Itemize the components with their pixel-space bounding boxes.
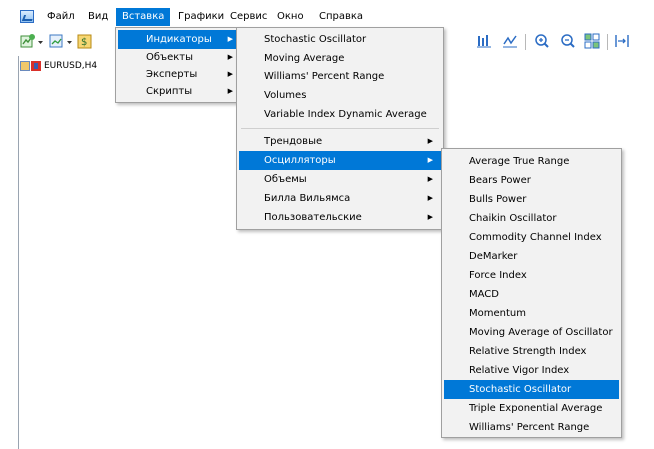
menu-item-osma[interactable]: Moving Average of Oscillator xyxy=(444,323,619,342)
menu-tools[interactable]: Сервис xyxy=(224,8,273,26)
menu-item-label: Moving Average of Oscillator xyxy=(469,327,613,338)
oscillators-menu: Average True Range Bears Power Bulls Pow… xyxy=(441,148,622,438)
submenu-arrow-icon: ▶ xyxy=(227,35,233,43)
menu-help[interactable]: Справка xyxy=(313,8,369,26)
menu-item-label: Variable Index Dynamic Average xyxy=(264,109,427,120)
menu-file[interactable]: Файл xyxy=(41,8,81,26)
menu-item-volume-group[interactable]: Объемы ▶ xyxy=(239,170,441,189)
chart-window-item[interactable]: EURUSD,H4 xyxy=(20,60,97,72)
toolbar-separator xyxy=(525,34,526,50)
menu-item-trix[interactable]: Triple Exponential Average xyxy=(444,399,619,418)
menu-item-oscillators[interactable]: Осцилляторы ▶ xyxy=(239,151,441,170)
menu-item-chaikin[interactable]: Chaikin Oscillator xyxy=(444,209,619,228)
submenu-arrow-icon: ▶ xyxy=(227,87,233,95)
menu-item-label: MACD xyxy=(469,289,499,300)
menu-window[interactable]: Окно xyxy=(271,8,310,26)
profiles-icon[interactable] xyxy=(49,33,65,51)
menu-item-label: Объемы xyxy=(264,174,307,185)
menu-item-scripts[interactable]: Скрипты ▶ xyxy=(118,82,241,101)
menu-item-label: Индикаторы xyxy=(146,34,212,45)
menu-item-label: Momentum xyxy=(469,308,526,319)
zoom-out-icon[interactable] xyxy=(560,33,576,51)
submenu-arrow-icon: ▶ xyxy=(427,156,433,164)
menu-insert[interactable]: Вставка xyxy=(116,8,171,26)
zoom-in-icon[interactable] xyxy=(534,33,550,51)
menu-item-vidya[interactable]: Variable Index Dynamic Average xyxy=(239,105,441,124)
menu-item-atr[interactable]: Average True Range xyxy=(444,152,619,171)
menu-item-bulls-power[interactable]: Bulls Power xyxy=(444,190,619,209)
tile-windows-icon[interactable] xyxy=(584,33,600,51)
chart-shift-icon[interactable] xyxy=(614,33,630,51)
menu-item-label: Bulls Power xyxy=(469,194,527,205)
menu-item-label: Relative Strength Index xyxy=(469,346,587,357)
menu-item-custom[interactable]: Пользовательские ▶ xyxy=(239,208,441,227)
menu-item-label: Williams' Percent Range xyxy=(469,422,590,433)
menu-item-label: Билла Вильямса xyxy=(264,193,351,204)
submenu-arrow-icon: ▶ xyxy=(427,175,433,183)
submenu-arrow-icon: ▶ xyxy=(427,194,433,202)
app-chart-icon[interactable] xyxy=(20,10,34,23)
menubar: Файл Вид Вставка Графики Сервис Окно Спр… xyxy=(0,0,654,28)
menu-item-moving-average[interactable]: Moving Average xyxy=(239,49,441,68)
menu-item-macd[interactable]: MACD xyxy=(444,285,619,304)
menu-item-trend[interactable]: Трендовые ▶ xyxy=(239,132,441,151)
menu-item-force-index[interactable]: Force Index xyxy=(444,266,619,285)
menu-item-label: Chaikin Oscillator xyxy=(469,213,557,224)
chart-window-label: EURUSD,H4 xyxy=(44,61,98,71)
menu-item-williams[interactable]: Williams' Percent Range xyxy=(239,67,441,86)
submenu-arrow-icon: ▶ xyxy=(427,137,433,145)
menu-item-label: Commodity Channel Index xyxy=(469,232,602,243)
bar-chart-icon[interactable] xyxy=(476,33,492,51)
menu-item-label: Volumes xyxy=(264,90,307,101)
market-watch-icon[interactable]: $ xyxy=(77,33,93,51)
line-chart-icon[interactable] xyxy=(502,33,518,51)
menu-item-stochastic[interactable]: Stochastic Oscillator xyxy=(239,30,441,49)
menu-item-label: Force Index xyxy=(469,270,527,281)
menu-item-bill-williams[interactable]: Билла Вильямса ▶ xyxy=(239,189,441,208)
menu-item-rsi[interactable]: Relative Strength Index xyxy=(444,342,619,361)
menu-item-label: Moving Average xyxy=(264,53,345,64)
new-chart-icon[interactable] xyxy=(20,33,36,51)
profiles-dropdown-icon[interactable] xyxy=(67,33,73,51)
menu-item-rvi[interactable]: Relative Vigor Index xyxy=(444,361,619,380)
menu-view[interactable]: Вид xyxy=(82,8,114,26)
menu-separator xyxy=(241,128,439,129)
menu-item-bears-power[interactable]: Bears Power xyxy=(444,171,619,190)
chart-window-icon xyxy=(20,61,30,71)
svg-text:$: $ xyxy=(81,37,87,48)
window-border xyxy=(18,56,19,449)
menu-item-demarker[interactable]: DeMarker xyxy=(444,247,619,266)
menu-item-label: Williams' Percent Range xyxy=(264,71,385,82)
menu-item-label: Пользовательские xyxy=(264,212,362,223)
menu-item-indicators[interactable]: Индикаторы ▶ xyxy=(118,30,241,49)
menu-item-label: Bears Power xyxy=(469,175,531,186)
menu-item-momentum[interactable]: Momentum xyxy=(444,304,619,323)
menu-item-williams-pr[interactable]: Williams' Percent Range xyxy=(444,418,619,437)
menu-item-label: Трендовые xyxy=(264,136,323,147)
toolbar-separator xyxy=(607,34,608,50)
menu-item-label: DeMarker xyxy=(469,251,518,262)
menu-item-label: Relative Vigor Index xyxy=(469,365,570,376)
menu-item-label: Average True Range xyxy=(469,156,570,167)
insert-menu: Индикаторы ▶ Объекты ▶ Эксперты ▶ Скрипт… xyxy=(115,27,244,103)
menu-charts[interactable]: Графики xyxy=(172,8,230,26)
menu-item-label: Stochastic Oscillator xyxy=(264,34,367,45)
menu-item-cci[interactable]: Commodity Channel Index xyxy=(444,228,619,247)
menu-item-label: Triple Exponential Average xyxy=(469,403,603,414)
new-chart-dropdown-icon[interactable] xyxy=(38,33,44,51)
chart-type-icon xyxy=(31,61,41,71)
menu-item-label: Stochastic Oscillator xyxy=(469,384,572,395)
indicators-menu: Stochastic Oscillator Moving Average Wil… xyxy=(236,27,444,230)
menu-item-label: Осцилляторы xyxy=(264,155,336,166)
menu-item-volumes[interactable]: Volumes xyxy=(239,86,441,105)
menu-item-stochastic-oscillator[interactable]: Stochastic Oscillator xyxy=(444,380,619,399)
submenu-arrow-icon: ▶ xyxy=(427,213,433,221)
menu-item-label: Скрипты xyxy=(146,86,193,97)
